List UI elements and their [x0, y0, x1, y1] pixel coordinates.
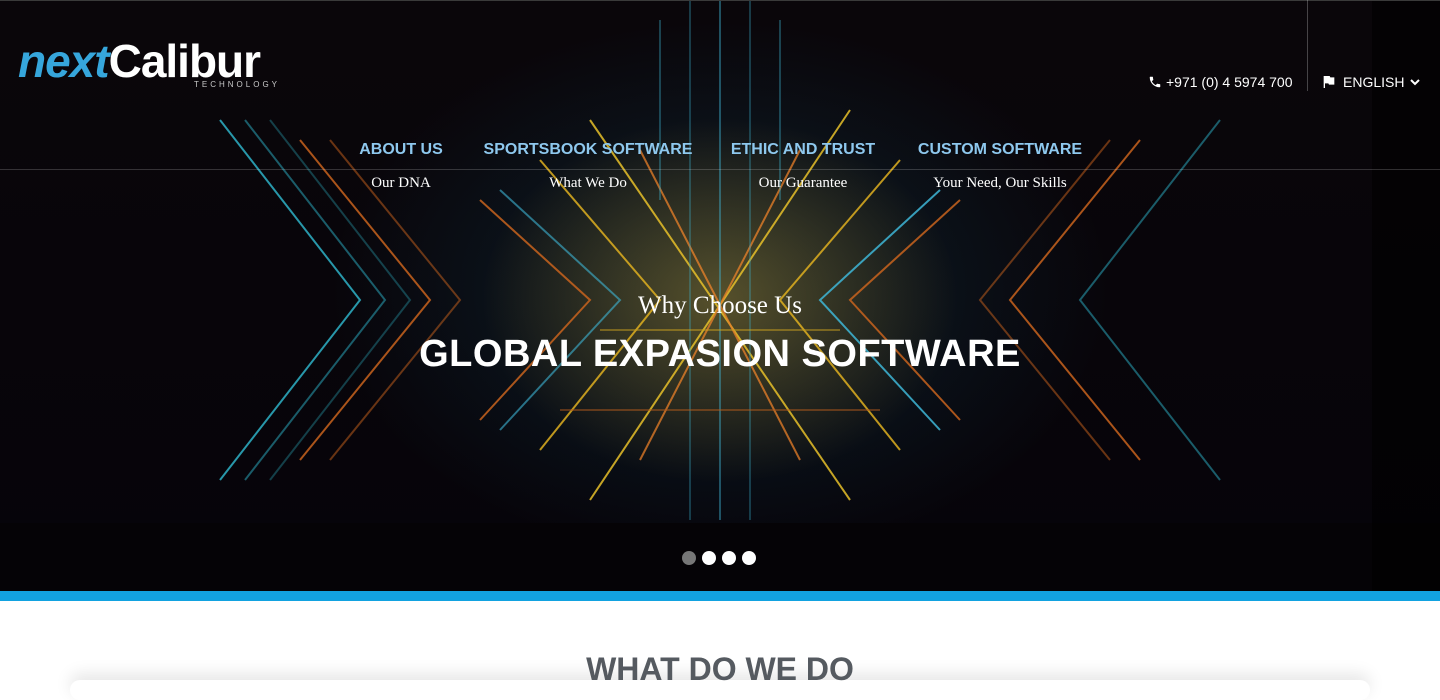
slider-dot[interactable]: [682, 551, 696, 565]
accent-bar: [0, 591, 1440, 601]
nav-item-sportsbook-software[interactable]: SPORTSBOOK SOFTWARE What We Do: [484, 140, 693, 192]
logo-next-text: next: [18, 35, 110, 87]
nav-item-subtitle: Your Need, Our Skills: [933, 175, 1067, 191]
language-label: ENGLISH: [1343, 74, 1405, 90]
nav-item-title: ETHIC AND TRUST: [730, 141, 876, 158]
slider-dot[interactable]: [742, 551, 756, 565]
language-selector[interactable]: ENGLISH: [1321, 74, 1421, 90]
hero-subtitle: Why Choose Us: [638, 292, 802, 319]
section-title: WHAT DO WE DO: [586, 651, 854, 687]
slider-dot[interactable]: [702, 551, 716, 565]
nav-item-title: CUSTOM SOFTWARE: [917, 141, 1083, 158]
phone-number: +971 (0) 4 5974 700: [1166, 74, 1293, 90]
phone-icon: [1148, 75, 1162, 89]
slider-dot[interactable]: [722, 551, 736, 565]
hero-banner: nextCalibur TECHNOLOGY +971 (0) 4 5974 7…: [0, 0, 1440, 591]
logo-wordmark: nextCalibur: [18, 35, 261, 87]
chevron-down-icon: [1410, 77, 1421, 87]
nav-item-subtitle: Our Guarantee: [758, 175, 848, 191]
flag-icon: [1321, 74, 1337, 90]
hero-title: GLOBAL EXPASION SOFTWARE: [419, 333, 1021, 375]
phone-contact[interactable]: +971 (0) 4 5974 700: [1148, 74, 1293, 90]
slider-dots: [682, 551, 756, 565]
logo-tagline: TECHNOLOGY: [194, 80, 281, 89]
nav-item-custom-software[interactable]: CUSTOM SOFTWARE Your Need, Our Skills: [918, 140, 1082, 192]
nav-item-ethic-and-trust[interactable]: ETHIC AND TRUST Our Guarantee: [731, 140, 875, 192]
nav-item-subtitle: Our DNA: [371, 175, 431, 191]
top-border: [0, 0, 1440, 1]
logo[interactable]: nextCalibur TECHNOLOGY: [18, 36, 293, 92]
nav-item-subtitle: What We Do: [549, 175, 627, 191]
nav-item-title: ABOUT US: [359, 141, 443, 158]
nav-item-about-us[interactable]: ABOUT US Our DNA: [359, 140, 443, 192]
header-vertical-divider: [1307, 0, 1308, 91]
nav-divider: [0, 169, 1440, 170]
nav-item-title: SPORTSBOOK SOFTWARE: [483, 141, 693, 158]
